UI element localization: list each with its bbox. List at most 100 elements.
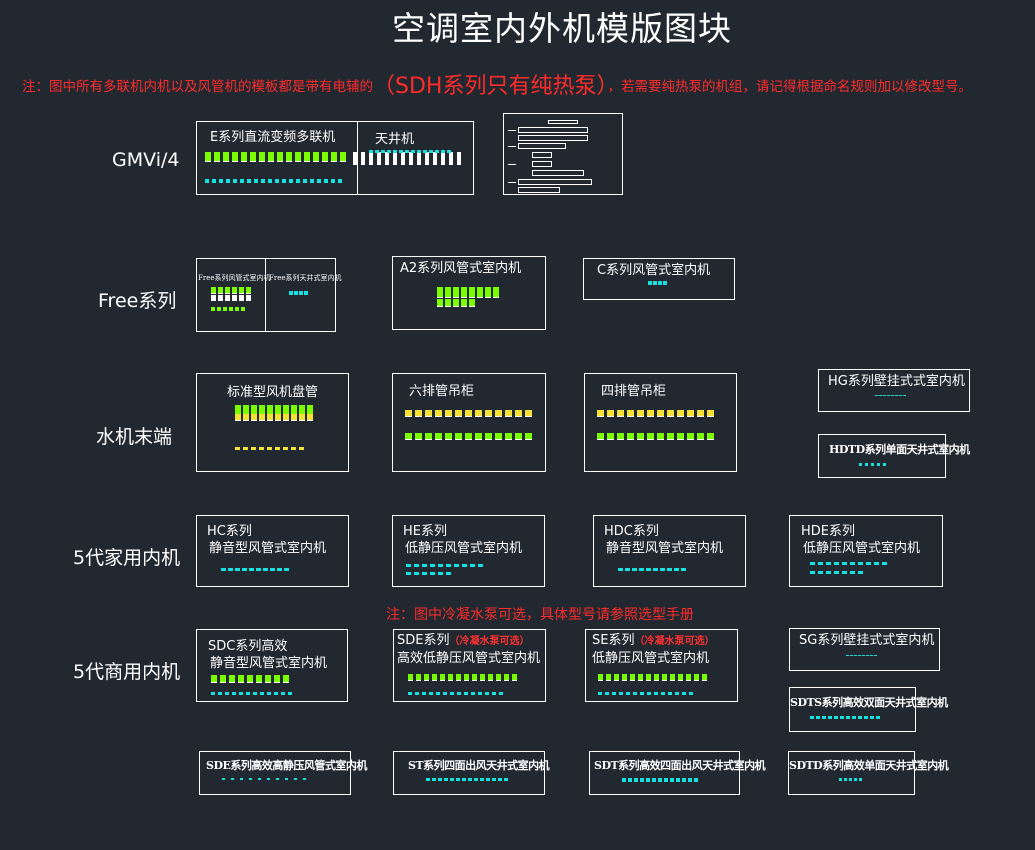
unit-symbol-icon: [810, 562, 815, 565]
unit-symbol-icon: [211, 287, 216, 294]
unit-symbol-icon: [485, 692, 489, 695]
unit-symbol-icon: [707, 410, 714, 417]
block-hdc-series[interactable]: HDC系列 静音型风管式室内机: [593, 515, 746, 587]
unit-symbol-icon: [866, 562, 871, 565]
unit-symbol-icon: [437, 287, 443, 298]
block-sg-series[interactable]: SG系列壁挂式式室内机: [789, 628, 940, 671]
unit-symbol-icon: [607, 410, 614, 417]
unit-symbol-icon: [226, 179, 230, 183]
unit-symbol-icon: [455, 433, 462, 440]
unit-symbol-icon: [426, 778, 430, 781]
block-hdtd-series[interactable]: HDTD系列单面天井式室内机: [818, 434, 970, 478]
unit-symbol-icon: [369, 150, 373, 153]
unit-symbol-icon: [281, 692, 285, 695]
unit-symbol-icon: [619, 692, 623, 695]
unit-symbol-icon: [887, 395, 890, 396]
unit-symbol-icon: [218, 692, 222, 695]
unit-symbol-icon: [268, 179, 272, 183]
block-sdt-series[interactable]: SDT系列高效四面出风天井式室内机: [589, 751, 766, 795]
unit-symbol-icon: [249, 568, 254, 571]
unit-symbol-icon: [430, 564, 435, 567]
unit-symbol-icon: [256, 675, 262, 683]
unit-symbol-icon: [675, 692, 679, 695]
unit-symbol-icon: [850, 571, 855, 574]
legend-line: [508, 182, 516, 183]
unit-symbol-icon: [299, 447, 304, 450]
block-sde-series[interactable]: SDE系列（冷凝水泵可选） 高效低静压风管式室内机: [393, 629, 546, 702]
unit-symbol-icon: [834, 571, 839, 574]
unit-symbol-icon: [663, 281, 667, 285]
unit-symbol-icon: [882, 562, 887, 565]
block-hde-series[interactable]: HDE系列 低静压风管式室内机: [789, 515, 943, 587]
block-he-series[interactable]: HE系列 低静压风管式室内机: [392, 515, 545, 587]
block-label-hdc-line2: 静音型风管式室内机: [606, 541, 724, 556]
block-four-row[interactable]: 四排管吊柜: [584, 373, 737, 472]
legend-cell: [532, 170, 584, 176]
block-fcu-std[interactable]: 标准型风机盘管: [196, 373, 349, 472]
unit-symbol-icon: [607, 433, 614, 440]
unit-symbol-icon: [457, 152, 461, 165]
unit-symbol-icon: [303, 778, 306, 780]
unit-symbol-icon: [423, 150, 427, 153]
icon-row: [235, 447, 311, 450]
unit-symbol-icon: [225, 692, 229, 695]
unit-symbol-icon: [438, 572, 443, 575]
block-se-series[interactable]: SE系列（冷凝水泵可选） 低静压风管式室内机: [585, 629, 738, 702]
unit-symbol-icon: [274, 675, 280, 683]
unit-symbol-icon: [424, 674, 429, 681]
block-six-row[interactable]: 六排管吊柜: [392, 373, 546, 472]
unit-symbol-icon: [662, 674, 667, 681]
unit-symbol-icon: [381, 150, 385, 153]
block-sdtd-series[interactable]: SDTD系列高效单面天井式室内机: [788, 751, 949, 795]
block-st-series[interactable]: ST系列四面出风天井式室内机: [393, 751, 550, 795]
icon-row: [235, 414, 319, 421]
icon-row: [408, 692, 510, 695]
unit-symbol-icon: [462, 564, 467, 567]
unit-symbol-icon: [267, 692, 271, 695]
block-gmvi[interactable]: E系列直流变频多联机 天井机: [196, 121, 474, 195]
unit-symbol-icon: [270, 568, 275, 571]
unit-symbol-icon: [286, 152, 292, 162]
unit-symbol-icon: [304, 152, 310, 162]
unit-symbol-icon: [243, 447, 248, 450]
unit-symbol-icon: [219, 179, 223, 183]
unit-symbol-icon: [435, 433, 442, 440]
unit-symbol-icon: [626, 692, 630, 695]
icon-row: [406, 564, 490, 567]
block-label-se-line1: SE系列（冷凝水泵可选）: [592, 632, 714, 650]
unit-symbol-icon: [235, 447, 240, 450]
unit-symbol-icon: [225, 287, 230, 294]
legend-cell: [518, 143, 566, 149]
block-sdc-series[interactable]: SDC系列高效 静音型风管式室内机: [196, 629, 348, 702]
icon-row: [437, 287, 505, 298]
unit-symbol-icon: [438, 564, 443, 567]
unit-symbol-icon: [488, 674, 493, 681]
unit-symbol-icon: [235, 568, 240, 571]
unit-symbol-icon: [694, 674, 699, 681]
unit-symbol-icon: [688, 778, 692, 782]
unit-symbol-icon: [405, 433, 412, 440]
unit-symbol-icon: [646, 674, 651, 681]
block-hc-series[interactable]: HC系列 静音型风管式室内机: [196, 515, 349, 587]
unit-symbol-icon: [313, 152, 319, 162]
block-a2-series[interactable]: A2系列风管式室内机: [392, 256, 546, 330]
unit-symbol-icon: [285, 778, 288, 780]
unit-symbol-icon: [440, 674, 445, 681]
block-hg-series[interactable]: HG系列壁挂式式室内机: [818, 369, 970, 412]
unit-symbol-icon: [453, 299, 459, 307]
unit-symbol-icon: [597, 433, 604, 440]
legend-table: [508, 118, 618, 194]
unit-symbol-icon: [495, 433, 502, 440]
unit-symbol-icon: [205, 152, 211, 162]
block-free[interactable]: Free系列风管式室内机 Free系列天井式室内机: [196, 258, 342, 332]
block-c-series[interactable]: C系列风管式室内机: [583, 258, 735, 300]
block-sdts-series[interactable]: SDTS系列高效双面天井式室内机: [789, 687, 948, 732]
block-label-sdtd-series: SDTD系列高效单面天井式室内机: [789, 759, 949, 772]
unit-symbol-icon: [653, 281, 657, 285]
unit-symbol-icon: [630, 674, 635, 681]
block-sdf-series[interactable]: SDE系列高效高静压风管式室内机: [199, 751, 367, 795]
unit-symbol-icon: [647, 692, 651, 695]
unit-symbol-icon: [870, 716, 874, 719]
unit-symbol-icon: [433, 152, 437, 165]
legend-block[interactable]: [503, 113, 623, 195]
